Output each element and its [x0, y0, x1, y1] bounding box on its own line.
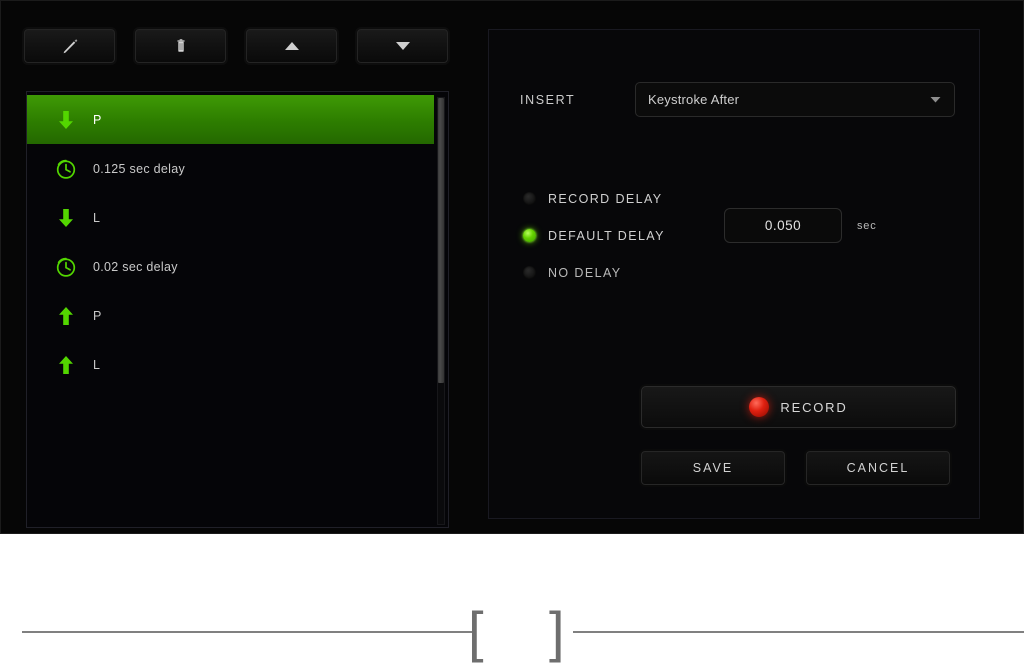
footer-rule-left — [22, 631, 473, 633]
list-scrollbar-track[interactable] — [437, 97, 445, 525]
triangle-up-icon — [280, 37, 304, 55]
macro-row[interactable]: P — [27, 291, 434, 340]
footer-bracket-open: [ — [468, 600, 484, 663]
clock-icon — [53, 158, 79, 180]
default-delay-input[interactable] — [724, 208, 842, 243]
record-button[interactable]: RECORD — [641, 386, 956, 428]
no-delay-label: NO DELAY — [548, 265, 622, 280]
macro-row[interactable]: 0.02 sec delay — [27, 242, 434, 291]
insert-dropdown[interactable]: Keystroke After — [635, 82, 955, 117]
chevron-down-icon — [929, 91, 942, 109]
save-button[interactable]: SAVE — [641, 451, 785, 485]
record-delay-label: RECORD DELAY — [548, 191, 663, 206]
macro-row[interactable]: L — [27, 193, 434, 242]
clock-icon — [53, 256, 79, 278]
macro-row-label: 0.125 sec delay — [93, 161, 186, 176]
save-button-label: SAVE — [692, 461, 734, 475]
macro-row[interactable]: L — [27, 340, 434, 389]
pencil-icon — [59, 35, 81, 57]
default-delay-radio[interactable] — [523, 229, 536, 242]
footer-rule-right — [573, 631, 1024, 633]
macro-row-label: L — [93, 210, 101, 225]
macro-list-column: P 0.125 sec delay L 0.02 sec delay P L — [11, 11, 466, 528]
macro-properties-panel: INSERT Keystroke After RECORD DELAY DEFA… — [488, 29, 980, 519]
macro-row[interactable]: 0.125 sec delay — [27, 144, 434, 193]
cancel-button[interactable]: CANCEL — [806, 451, 950, 485]
page-footer: [ ] — [0, 534, 1024, 666]
trash-icon — [170, 35, 192, 57]
delay-mode-radiogroup: RECORD DELAY DEFAULT DELAY NO DELAY sec — [523, 180, 943, 291]
macro-row-label: 0.02 sec delay — [93, 259, 178, 274]
record-button-label: RECORD — [780, 399, 848, 415]
delete-button[interactable] — [135, 29, 226, 63]
insert-label: INSERT — [520, 92, 576, 107]
arrow-up-icon — [53, 354, 79, 376]
no-delay-option[interactable]: NO DELAY — [523, 254, 943, 291]
edit-button[interactable] — [24, 29, 115, 63]
macro-row-label: L — [93, 357, 101, 372]
macro-sequence-list: P 0.125 sec delay L 0.02 sec delay P L — [27, 95, 434, 389]
triangle-down-icon — [391, 37, 415, 55]
arrow-up-icon — [53, 305, 79, 327]
list-scrollbar-thumb[interactable] — [438, 98, 444, 383]
macro-toolbar — [24, 29, 448, 63]
delay-unit-label: sec — [857, 219, 877, 232]
macro-row-label: P — [93, 308, 102, 323]
delay-value-wrap: sec — [724, 208, 877, 243]
record-dot-icon — [749, 397, 770, 417]
record-delay-radio[interactable] — [523, 192, 536, 205]
cancel-button-label: CANCEL — [846, 461, 910, 475]
move-up-button[interactable] — [246, 29, 337, 63]
macro-row[interactable]: P — [27, 95, 434, 144]
macro-row-label: P — [93, 112, 102, 127]
move-down-button[interactable] — [357, 29, 448, 63]
macro-sequence-listbox[interactable]: P 0.125 sec delay L 0.02 sec delay P L — [26, 91, 449, 528]
arrow-down-icon — [53, 109, 79, 131]
macro-editor-panel: P 0.125 sec delay L 0.02 sec delay P L INSERT… — [0, 0, 1024, 534]
insert-selected-value: Keystroke After — [648, 92, 740, 107]
default-delay-label: DEFAULT DELAY — [548, 228, 665, 243]
insert-row: INSERT Keystroke After — [520, 82, 955, 117]
no-delay-radio[interactable] — [523, 266, 536, 279]
footer-bracket-close: ] — [549, 600, 565, 663]
arrow-down-icon — [53, 207, 79, 229]
